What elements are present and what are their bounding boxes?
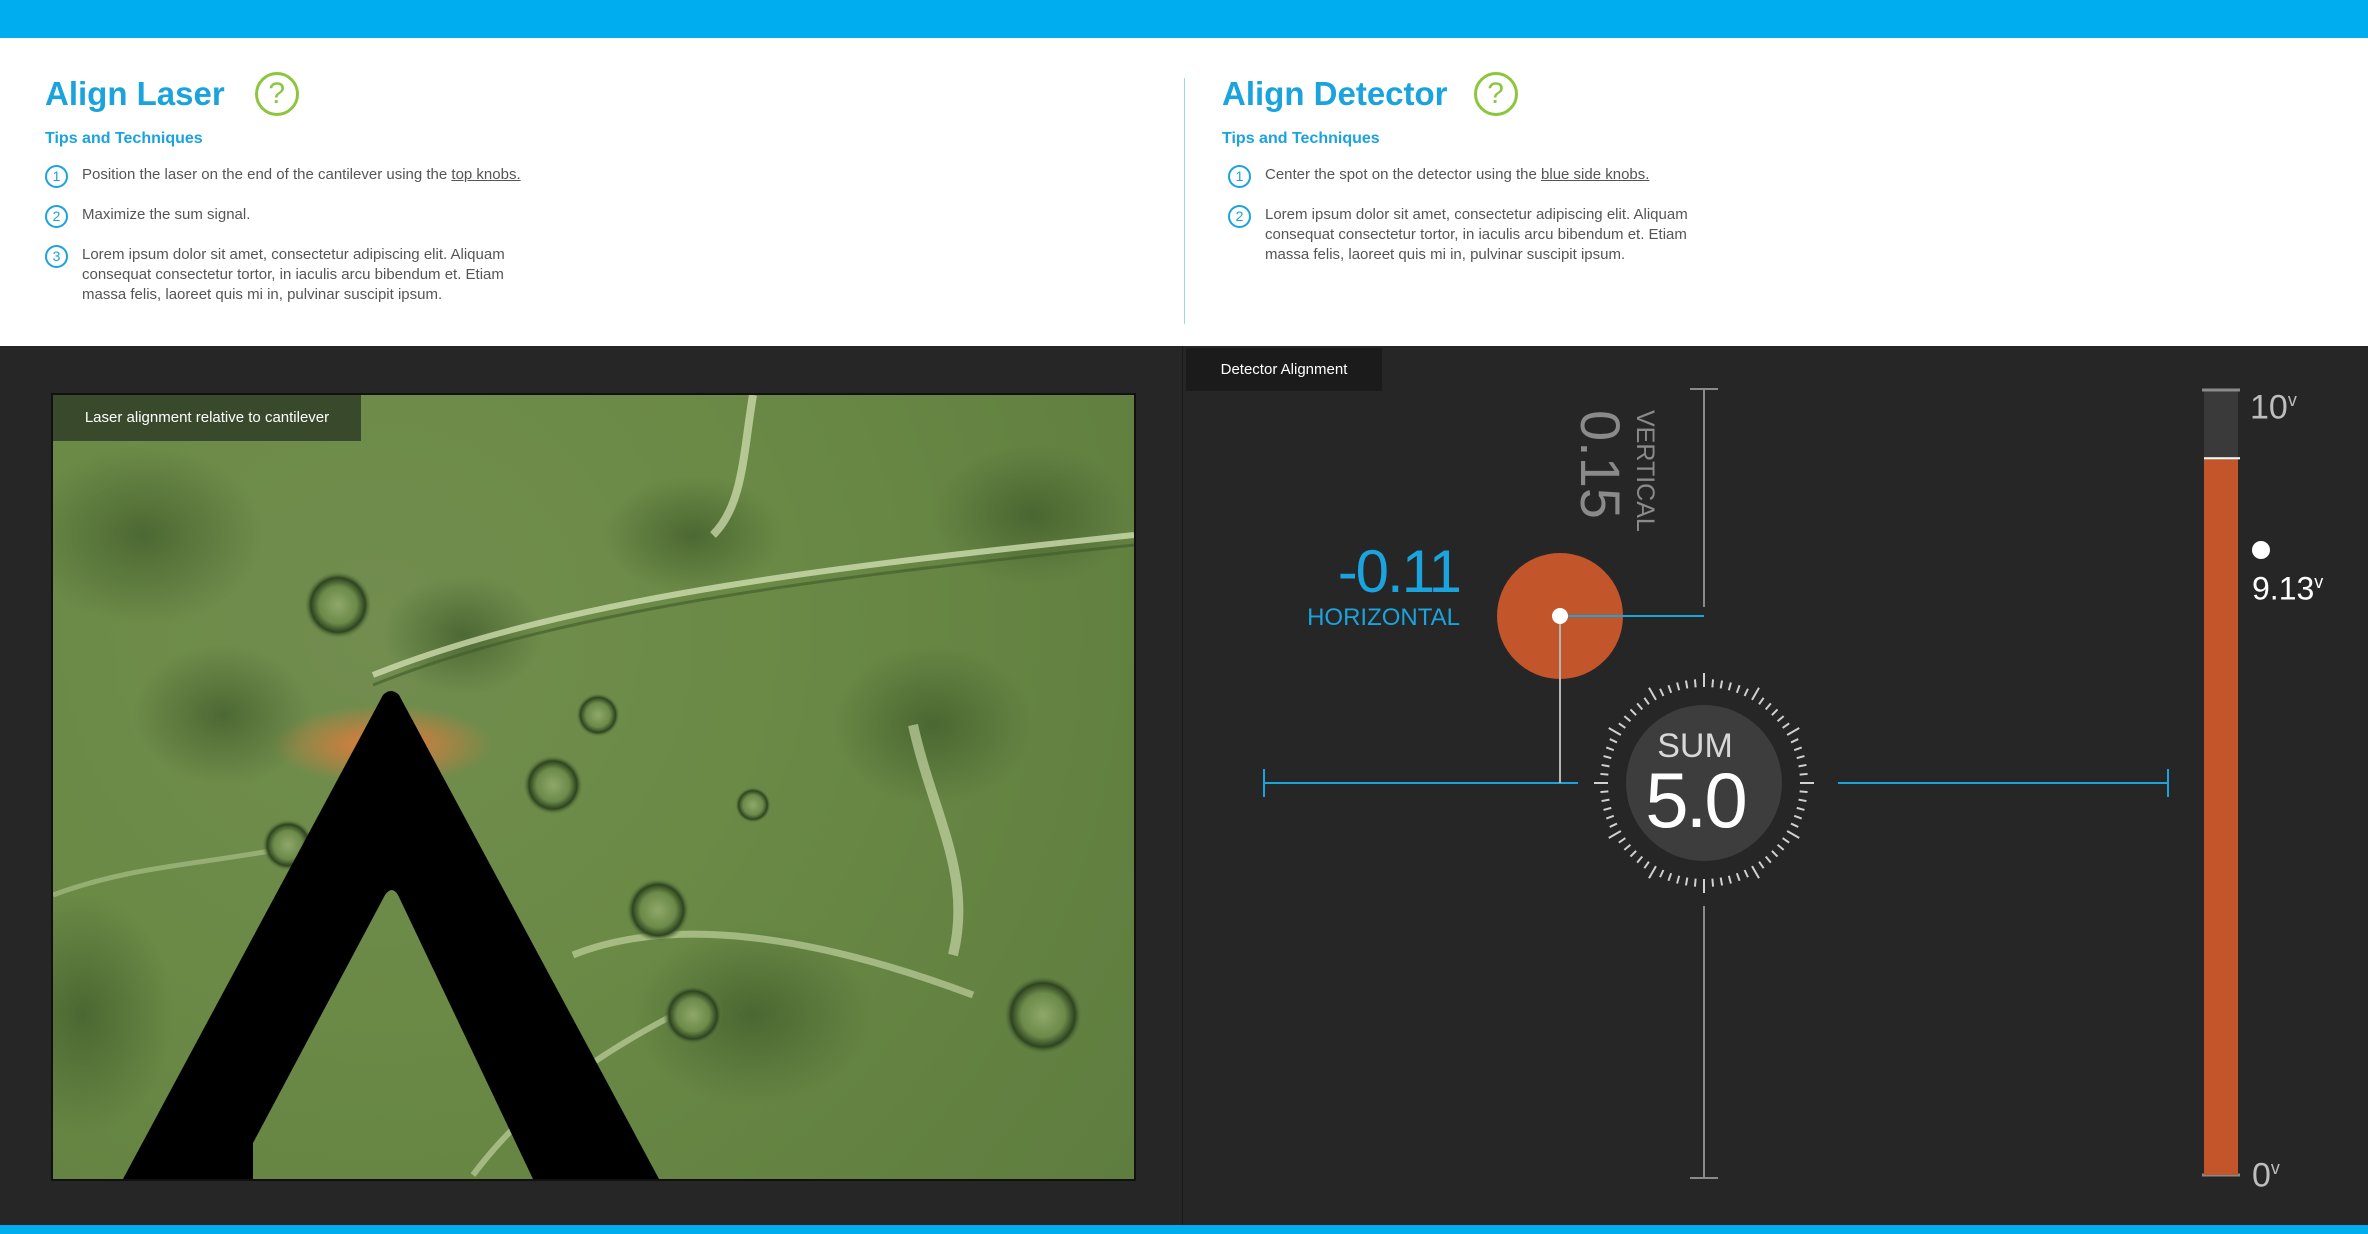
dial-tick [1648, 865, 1657, 879]
top-bar [0, 0, 2368, 38]
sum-value: 5.0 [1645, 756, 1747, 844]
microscope-image [53, 395, 1134, 1179]
dial-tick [1799, 790, 1808, 794]
dial-tick [1727, 682, 1732, 691]
dial-tick [1711, 878, 1715, 887]
laser-view-caption: Laser alignment relative to cantilever [53, 395, 361, 441]
dial-tick [1776, 715, 1785, 723]
dial-tick [1648, 687, 1657, 701]
dial-tick [1629, 708, 1637, 716]
voltage-current-label: 9.13v [2252, 570, 2324, 607]
align-laser-step-3: 3 Lorem ipsum dolor sit amet, consectetu… [45, 245, 522, 305]
dial-tick [1711, 679, 1715, 688]
top-knobs-link[interactable]: top knobs. [451, 166, 520, 183]
step-text: Lorem ipsum dolor sit amet, consectetur … [1265, 206, 1688, 263]
dial-tick [1693, 679, 1697, 688]
align-detector-tips-heading: Tips and Techniques [1222, 130, 1380, 147]
dial-tick [1790, 738, 1799, 744]
dial-tick [1735, 872, 1741, 882]
step-number: 1 [45, 165, 68, 188]
vertical-readout: VERTICAL 0.15 [1540, 410, 1660, 532]
spot-center-dot [1552, 608, 1568, 624]
dial-tick [1799, 772, 1808, 776]
dial-tick [1790, 822, 1799, 828]
dial-tick [1771, 850, 1779, 858]
align-detector-help-icon[interactable]: ? [1473, 72, 1518, 116]
dial-tick [1719, 680, 1724, 689]
dial-tick [1776, 843, 1785, 851]
dial-tick [1643, 861, 1650, 869]
step-number: 2 [1228, 205, 1251, 228]
step-text: Lorem ipsum dolor sit amet, consectetur … [82, 246, 505, 303]
align-laser-help-icon[interactable]: ? [254, 72, 299, 116]
dial-tick [1636, 702, 1644, 711]
voltage-fill [2204, 458, 2238, 1175]
dial-tick [1764, 702, 1772, 711]
voltage-min-label: 0v [2252, 1156, 2280, 1195]
dial-tick [1659, 688, 1665, 697]
dial-tick [1684, 680, 1689, 689]
align-detector-step-1: 1 Center the spot on the detector using … [1228, 165, 1705, 188]
dial-tick [1796, 806, 1805, 811]
voltage-max-label: 10v [2250, 388, 2297, 427]
dial-tick [1743, 688, 1749, 697]
laser-camera-view: Laser alignment relative to cantilever [51, 393, 1136, 1181]
dial-tick [1659, 869, 1665, 878]
step-number: 3 [45, 245, 68, 268]
dial-tick [1751, 687, 1760, 701]
dial-tick [1643, 697, 1650, 705]
dial-tick [1751, 865, 1760, 879]
step-number: 1 [1228, 165, 1251, 188]
dial-tick [1676, 682, 1681, 691]
dial-tick [1786, 727, 1800, 736]
dial-tick [1676, 875, 1681, 884]
align-detector-title: Align Detector [1222, 75, 1448, 112]
align-laser-step-1: 1 Position the laser on the end of the c… [45, 165, 522, 188]
dial-tick [1758, 697, 1765, 705]
panel-divider [1184, 78, 1185, 324]
dial-tick [1636, 855, 1644, 864]
dial-tick [1743, 869, 1749, 878]
dial-tick [1793, 746, 1803, 752]
horizontal-value: -0.11 [1337, 538, 1462, 605]
dial-tick [1782, 722, 1790, 729]
align-laser-tips-heading: Tips and Techniques [45, 130, 203, 147]
horizontal-label: HORIZONTAL [1307, 604, 1460, 631]
vertical-label: VERTICAL [1631, 410, 1659, 532]
align-laser-step-2: 2 Maximize the sum signal. [45, 205, 522, 228]
dial-tick [1793, 814, 1803, 820]
vertical-value: 0.15 [1569, 410, 1632, 519]
dial-tick [1771, 708, 1779, 716]
dial-tick [1684, 877, 1689, 886]
dial-tick [1605, 746, 1615, 752]
dial-tick [1667, 684, 1673, 694]
dial-tick [1719, 877, 1724, 886]
dial-tick [1727, 875, 1732, 884]
align-detector-header: Align Detector ? [1222, 72, 1518, 116]
bottom-bar [0, 1225, 2368, 1234]
dial-tick [1629, 850, 1637, 858]
dial-tick [1735, 684, 1741, 694]
step-text: Position the laser on the end of the can… [82, 166, 521, 183]
step-text: Maximize the sum signal. [82, 206, 251, 223]
dial-tick [1796, 755, 1805, 760]
dial-tick [1758, 861, 1765, 869]
align-detector-step-2: 2 Lorem ipsum dolor sit amet, consectetu… [1228, 205, 1705, 265]
dial-tick [1623, 843, 1632, 851]
voltage-meter [2202, 388, 2240, 1177]
align-laser-header: Align Laser ? [45, 72, 299, 116]
dial-tick [1693, 878, 1697, 887]
dial-tick [1798, 798, 1807, 803]
dial-tick [1623, 715, 1632, 723]
blue-side-knobs-link[interactable]: blue side knobs. [1541, 166, 1649, 183]
dial-tick [1667, 872, 1673, 882]
dial-tick [1798, 763, 1807, 768]
step-number: 2 [45, 205, 68, 228]
step-text: Center the spot on the detector using th… [1265, 166, 1650, 183]
dial-tick [1764, 855, 1772, 864]
align-laser-title: Align Laser [45, 75, 225, 112]
